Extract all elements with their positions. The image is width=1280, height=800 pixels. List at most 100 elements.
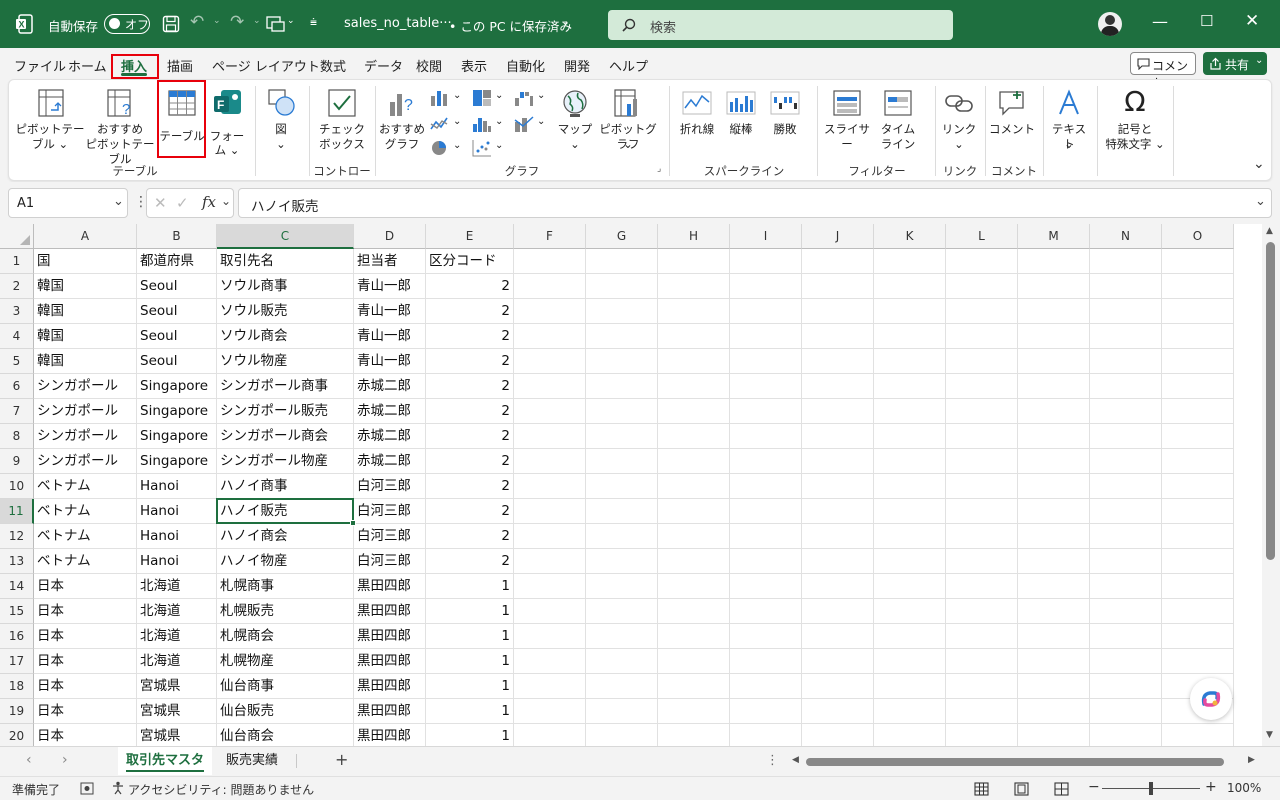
copilot-button[interactable] — [1190, 678, 1232, 720]
cell-l17[interactable] — [946, 649, 1018, 674]
cell-h9[interactable] — [658, 449, 730, 474]
cell-g1[interactable] — [586, 249, 658, 274]
row-header[interactable]: 3 — [0, 299, 34, 324]
cell-a17[interactable]: 日本 — [34, 649, 137, 674]
cell-a16[interactable]: 日本 — [34, 624, 137, 649]
cell-f17[interactable] — [514, 649, 586, 674]
cell-a5[interactable]: 韓国 — [34, 349, 137, 374]
cell-n14[interactable] — [1090, 574, 1162, 599]
column-header-a[interactable]: A — [34, 224, 137, 249]
cell-h19[interactable] — [658, 699, 730, 724]
redo-dropdown-icon[interactable]: ⌄ — [253, 16, 261, 26]
recommended-charts-button[interactable]: ? おすすめ グラフ — [379, 86, 425, 164]
cell-a11[interactable]: ベトナム — [34, 499, 137, 524]
cell-c12[interactable]: ハノイ商会 — [217, 524, 354, 549]
cell-k3[interactable] — [874, 299, 946, 324]
row-header[interactable]: 2 — [0, 274, 34, 299]
cell-d2[interactable]: 青山一郎 — [354, 274, 426, 299]
cell-d11[interactable]: 白河三郎 — [354, 499, 426, 524]
cell-e7[interactable]: 2 — [426, 399, 514, 424]
cell-i5[interactable] — [730, 349, 802, 374]
cell-a9[interactable]: シンガポール — [34, 449, 137, 474]
cell-l20[interactable] — [946, 724, 1018, 746]
cell-f16[interactable] — [514, 624, 586, 649]
cell-k1[interactable] — [874, 249, 946, 274]
row-header[interactable]: 18 — [0, 674, 34, 699]
file-name[interactable]: sales_no_table··· — [344, 16, 452, 31]
cell-c7[interactable]: シンガポール販売 — [217, 399, 354, 424]
column-header-o[interactable]: O — [1162, 224, 1234, 249]
cell-e2[interactable]: 2 — [426, 274, 514, 299]
cancel-icon[interactable]: ✕ — [154, 194, 167, 212]
cell-n20[interactable] — [1090, 724, 1162, 746]
cell-i20[interactable] — [730, 724, 802, 746]
cell-l1[interactable] — [946, 249, 1018, 274]
insert-function-icon[interactable]: fx — [202, 193, 216, 211]
cell-g10[interactable] — [586, 474, 658, 499]
cell-m12[interactable] — [1018, 524, 1090, 549]
cell-c5[interactable]: ソウル物産 — [217, 349, 354, 374]
sparkline-column-button[interactable]: 縦棒 — [721, 86, 761, 164]
cell-b4[interactable]: Seoul — [137, 324, 217, 349]
cell-j5[interactable] — [802, 349, 874, 374]
cell-b16[interactable]: 北海道 — [137, 624, 217, 649]
cell-k9[interactable] — [874, 449, 946, 474]
cell-k12[interactable] — [874, 524, 946, 549]
cell-j13[interactable] — [802, 549, 874, 574]
cell-j10[interactable] — [802, 474, 874, 499]
cell-b1[interactable]: 都道府県 — [137, 249, 217, 274]
cell-a20[interactable]: 日本 — [34, 724, 137, 746]
cell-a4[interactable]: 韓国 — [34, 324, 137, 349]
tab-developer[interactable]: 開発 — [564, 56, 590, 75]
column-header-g[interactable]: G — [586, 224, 658, 249]
cell-o1[interactable] — [1162, 249, 1234, 274]
cell-h1[interactable] — [658, 249, 730, 274]
cell-o11[interactable] — [1162, 499, 1234, 524]
cell-h6[interactable] — [658, 374, 730, 399]
cell-g8[interactable] — [586, 424, 658, 449]
cell-l14[interactable] — [946, 574, 1018, 599]
cell-d9[interactable]: 赤城二郎 — [354, 449, 426, 474]
cell-a10[interactable]: ベトナム — [34, 474, 137, 499]
cell-l8[interactable] — [946, 424, 1018, 449]
sheet-tab-active[interactable]: 取引先マスタ — [118, 747, 213, 775]
search-box[interactable]: 検索 — [608, 10, 953, 40]
cell-b2[interactable]: Seoul — [137, 274, 217, 299]
cell-b8[interactable]: Singapore — [137, 424, 217, 449]
cell-i2[interactable] — [730, 274, 802, 299]
vertical-scroll-thumb[interactable] — [1266, 242, 1275, 560]
minimize-icon[interactable]: — — [1152, 12, 1168, 31]
cell-d10[interactable]: 白河三郎 — [354, 474, 426, 499]
row-header[interactable]: 19 — [0, 699, 34, 724]
cell-i6[interactable] — [730, 374, 802, 399]
cell-i14[interactable] — [730, 574, 802, 599]
cell-d1[interactable]: 担当者 — [354, 249, 426, 274]
column-header-c[interactable]: C — [217, 224, 354, 249]
cell-i3[interactable] — [730, 299, 802, 324]
fill-handle[interactable] — [350, 520, 356, 526]
cell-m7[interactable] — [1018, 399, 1090, 424]
cell-c18[interactable]: 仙台商事 — [217, 674, 354, 699]
row-header[interactable]: 12 — [0, 524, 34, 549]
cell-g11[interactable] — [586, 499, 658, 524]
form-dropdown-icon[interactable]: ⌄ — [287, 16, 295, 26]
cell-d13[interactable]: 白河三郎 — [354, 549, 426, 574]
cell-k6[interactable] — [874, 374, 946, 399]
cell-n2[interactable] — [1090, 274, 1162, 299]
save-status-chevron-icon[interactable]: ⌄ — [561, 15, 570, 28]
cell-g14[interactable] — [586, 574, 658, 599]
column-header-l[interactable]: L — [946, 224, 1018, 249]
row-header[interactable]: 9 — [0, 449, 34, 474]
cell-l4[interactable] — [946, 324, 1018, 349]
tab-file[interactable]: ファイル — [14, 56, 66, 75]
cell-h8[interactable] — [658, 424, 730, 449]
comment-button[interactable]: コメント — [1130, 52, 1196, 90]
link-button[interactable]: リンク ⌄ — [939, 86, 979, 164]
cell-o15[interactable] — [1162, 599, 1234, 624]
page-layout-view-icon[interactable] — [1014, 782, 1029, 796]
row-header[interactable]: 1 — [0, 249, 34, 274]
cell-e3[interactable]: 2 — [426, 299, 514, 324]
cell-j3[interactable] — [802, 299, 874, 324]
cell-n10[interactable] — [1090, 474, 1162, 499]
scatter-chart-button[interactable]: ⌄ — [471, 138, 507, 160]
